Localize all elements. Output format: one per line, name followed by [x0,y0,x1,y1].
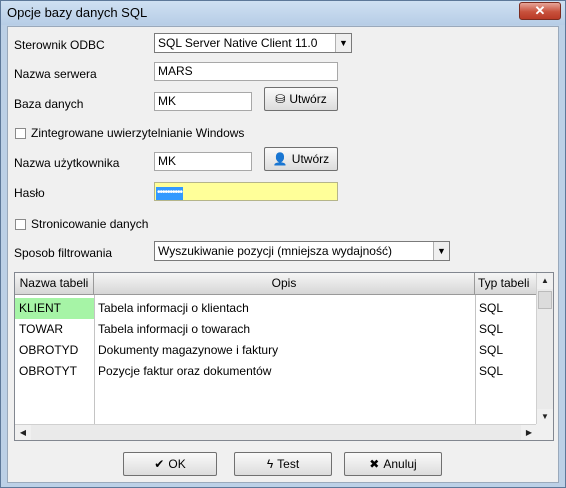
title-bar[interactable]: Opcje bazy danych SQL ✕ [1,1,565,25]
chevron-down-icon[interactable]: ▼ [335,34,351,52]
test-label: Test [277,457,300,471]
close-icon: ✕ [534,3,546,18]
filter-mode-value: Wyszukiwanie pozycji (mniejsza wydajność… [158,244,392,258]
column-header-description[interactable]: Opis [94,273,475,295]
ok-icon: ✔ [154,457,165,471]
table-row-obrotyd-desc[interactable]: Dokumenty magazynowe i faktury [94,340,475,361]
ok-button[interactable]: ✔ OK [123,452,217,476]
password-label: Hasło [14,186,45,200]
table-row-klient-type[interactable]: SQL [475,298,537,319]
paging-checkbox[interactable] [15,219,26,230]
paging-label: Stronicowanie danych [31,217,149,231]
tables-grid[interactable]: Nazwa tabeli Opis Typ tabeli KLIENT Tabe… [14,272,554,441]
odbc-label: Sterownik ODBC [14,38,105,52]
table-row-klient-desc[interactable]: Tabela informacji o klientach [94,298,475,319]
window-title: Opcje bazy danych SQL [7,5,148,20]
table-row-obrotyt-type[interactable]: SQL [475,361,537,382]
create-database-button[interactable]: ⛁ Utwórz [264,87,338,111]
server-input[interactable]: MARS [154,62,338,81]
database-icon: ⛁ [275,92,286,106]
filter-mode-select[interactable]: Wyszukiwanie pozycji (mniejsza wydajność… [154,241,450,261]
odbc-driver-select[interactable]: SQL Server Native Client 11.0 ▼ [154,33,352,53]
dialog-window: Opcje bazy danych SQL ✕ Sterownik ODBC S… [0,0,566,488]
table-row-obrotyd-type[interactable]: SQL [475,340,537,361]
cancel-button[interactable]: ✖ Anuluj [344,452,442,476]
table-row-towar-name[interactable]: TOWAR [15,319,94,340]
vertical-scrollbar[interactable]: ▲ ▼ [536,273,553,425]
server-label: Nazwa serwera [14,67,97,81]
database-label: Baza danych [14,97,84,111]
table-row-obrotyt-name[interactable]: OBROTYT [15,361,94,382]
integrated-auth-checkbox[interactable] [15,128,26,139]
scroll-left-icon[interactable]: ◀ [15,425,31,440]
dialog-body: Sterownik ODBC SQL Server Native Client … [7,26,559,483]
integrated-auth-label: Zintegrowane uwierzytelnianie Windows [31,126,245,140]
column-header-table-name[interactable]: Nazwa tabeli [15,273,94,295]
filter-label: Sposob filtrowania [14,246,113,260]
user-label: Nazwa użytkownika [14,156,120,170]
test-button[interactable]: ϟ Test [234,452,332,476]
table-row-towar-type[interactable]: SQL [475,319,537,340]
user-icon: 👤 [272,152,288,166]
password-input[interactable]: •••••••••• [154,182,338,201]
cancel-icon: ✖ [369,457,380,471]
database-input[interactable]: MK [154,92,252,111]
table-row-klient-name[interactable]: KLIENT [15,298,94,319]
create-user-label: Utwórz [291,152,330,166]
create-user-button[interactable]: 👤 Utwórz [264,147,338,171]
chevron-down-icon[interactable]: ▼ [433,242,449,260]
cancel-label: Anuluj [383,457,417,471]
scroll-down-icon[interactable]: ▼ [537,409,553,425]
horizontal-scrollbar[interactable]: ◀ ▶ [15,424,537,440]
close-button[interactable]: ✕ [519,2,561,20]
scroll-right-icon[interactable]: ▶ [521,425,537,440]
scroll-up-icon[interactable]: ▲ [537,273,553,289]
user-input[interactable]: MK [154,152,252,171]
lightning-icon: ϟ [266,457,274,471]
scroll-corner [536,424,553,440]
odbc-driver-value: SQL Server Native Client 11.0 [158,36,318,50]
table-row-obrotyd-name[interactable]: OBROTYD [15,340,94,361]
column-header-table-type[interactable]: Typ tabeli [475,273,537,295]
scroll-thumb[interactable] [538,291,552,309]
ok-label: OK [168,457,186,471]
create-database-label: Utwórz [289,92,327,106]
password-value: •••••••••• [156,187,183,200]
table-row-obrotyt-desc[interactable]: Pozycje faktur oraz dokumentów [94,361,475,382]
table-row-towar-desc[interactable]: Tabela informacji o towarach [94,319,475,340]
